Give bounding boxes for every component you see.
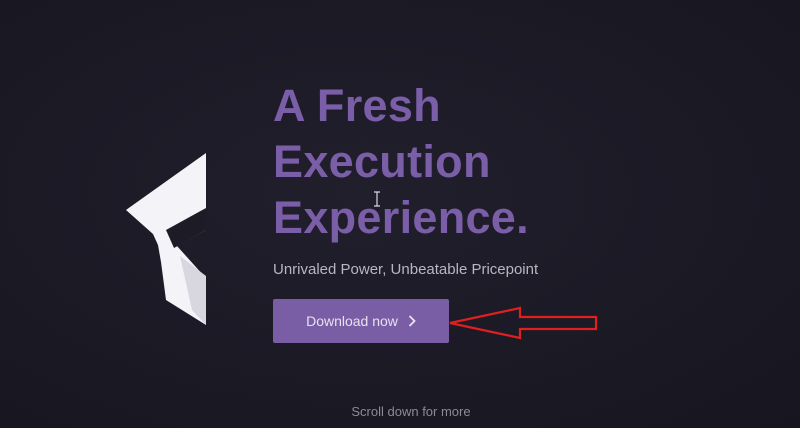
hero-headline: A Fresh Execution Experience.	[273, 78, 529, 246]
landing-page: A Fresh Execution Experience. Unrivaled …	[0, 0, 800, 428]
red-arrow-annotation-icon	[449, 306, 598, 340]
headline-line-2: Execution	[273, 136, 491, 187]
headline-line-1: A Fresh	[273, 80, 441, 131]
hero-subtitle: Unrivaled Power, Unbeatable Pricepoint	[273, 261, 539, 278]
download-button-label: Download now	[306, 313, 398, 329]
download-now-button[interactable]: Download now	[273, 299, 449, 343]
f-logo-icon	[126, 153, 206, 325]
chevron-right-icon	[408, 315, 416, 327]
headline-line-3: Experience.	[273, 192, 529, 243]
text-cursor-icon	[374, 191, 380, 207]
scroll-hint[interactable]: Scroll down for more	[0, 404, 800, 420]
